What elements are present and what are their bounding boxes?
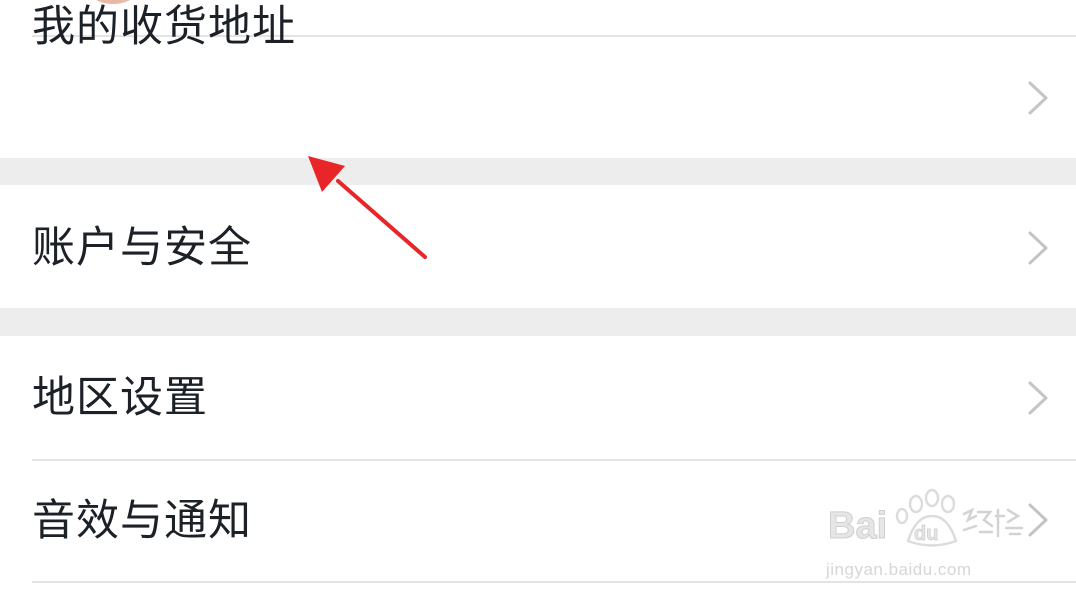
menu-item-shipping-address[interactable]: 我的收货地址	[0, 2, 1076, 158]
watermark-url: jingyan.baidu.com	[826, 560, 972, 579]
chevron-right-icon	[1028, 503, 1048, 537]
chevron-right-icon	[1028, 81, 1048, 115]
menu-item-label: 我的收货地址	[32, 2, 296, 52]
menu-item-label: 地区设置	[32, 373, 208, 423]
divider	[32, 581, 1076, 583]
baidu-watermark-logo: Bai du	[828, 488, 1024, 548]
chevron-right-icon	[1028, 231, 1048, 265]
menu-item-region-settings[interactable]: 地区设置	[0, 336, 1076, 459]
settings-screen: 我的收货地址 账户与安全 地区设置 音效与通知 Bai du jingyan.b…	[0, 0, 1076, 606]
menu-item-label: 音效与通知	[32, 496, 252, 546]
svg-text:du: du	[914, 523, 938, 545]
menu-item-label: 账户与安全	[32, 223, 252, 273]
section-gap	[0, 308, 1076, 336]
section-gap	[0, 158, 1076, 185]
chevron-right-icon	[1028, 381, 1048, 415]
menu-item-account-security[interactable]: 账户与安全	[0, 185, 1076, 308]
svg-text:Bai: Bai	[828, 505, 887, 547]
